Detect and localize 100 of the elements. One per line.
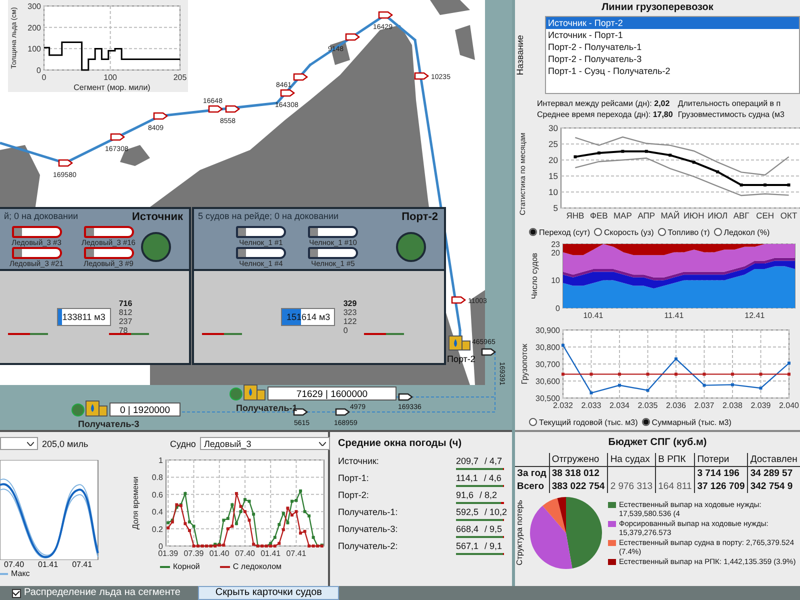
caret-icon xyxy=(27,442,34,446)
axis-title: Грузопоток xyxy=(520,344,529,384)
weather-value: / 4,6 xyxy=(484,473,502,483)
list-item[interactable]: Порт-1 - Суэц - Получатель-2 xyxy=(546,65,799,77)
tick-label: 5 xyxy=(553,203,558,213)
tick-label: 01.41 xyxy=(260,549,281,558)
data-point xyxy=(562,344,564,347)
tick-label: 12.41 xyxy=(744,311,765,320)
data-point xyxy=(239,504,242,508)
radio-button[interactable]: Скорость (уз) xyxy=(594,228,654,236)
tick-label: 0.6 xyxy=(152,490,163,500)
tick-label: 01.40 xyxy=(209,549,230,558)
data-point xyxy=(282,528,285,532)
tick-label: 2.036 xyxy=(666,401,686,410)
data-point xyxy=(674,372,678,376)
legend-label: Макс xyxy=(11,569,30,578)
data-point xyxy=(787,183,790,186)
radio-button[interactable]: Суммарный (тыс. м3) xyxy=(642,418,732,426)
tick-label: 15 xyxy=(548,171,558,181)
tick-label: 01.41 xyxy=(38,560,58,569)
port-name: Порт-2 xyxy=(402,211,438,223)
data-point xyxy=(278,523,281,526)
data-point xyxy=(646,372,650,376)
tick-label: 0.2 xyxy=(152,524,163,534)
tick-label: 10 xyxy=(548,187,558,197)
legend-swatch xyxy=(608,559,616,565)
weather-value: 114,1 xyxy=(456,473,478,483)
list-item[interactable]: Порт-2 - Получатель-3 xyxy=(546,53,799,65)
panel-title: Бюджет СПГ (куб.м) xyxy=(607,436,708,450)
data-point xyxy=(562,372,564,376)
tick-label: 10 xyxy=(551,276,560,286)
row-header: Всего xyxy=(515,480,550,493)
radio-icon[interactable] xyxy=(529,228,537,236)
data-point xyxy=(668,154,672,157)
data-point xyxy=(166,526,170,530)
panel-title: Линии грузоперевозок xyxy=(600,1,714,15)
tick-label: 30,800 xyxy=(536,343,560,352)
location-label: Получатель-2: xyxy=(338,541,398,553)
data-point xyxy=(731,372,734,376)
data-point xyxy=(273,536,276,539)
radio-button[interactable]: Переход (сут) xyxy=(529,228,590,236)
ship-marker-icon xyxy=(58,159,74,167)
table-cell: 342 754 9 xyxy=(748,480,800,493)
tick-label: 07.41 xyxy=(72,560,92,569)
storage-reading: 133811 м3 xyxy=(62,312,106,322)
data-point xyxy=(644,150,648,153)
terminal-label: Получатель-3 xyxy=(78,419,140,429)
count-value: 237 xyxy=(118,317,132,326)
radio-icon[interactable] xyxy=(714,228,722,236)
table-cell: 38 318 012 xyxy=(549,466,608,480)
dropdown[interactable]: Ледовый_3 xyxy=(200,437,330,450)
tick-label: 2.033 xyxy=(581,401,602,410)
info-text: Длительность операций в п xyxy=(678,99,782,110)
terminal-label: Получатель-1 xyxy=(236,403,298,413)
table-cell: 34 289 57 xyxy=(748,466,800,480)
radio-button[interactable]: Текущий годовой (тыс. м3) xyxy=(529,418,638,426)
panel-title: Средние окна погоды (ч) xyxy=(338,438,463,449)
dropdown[interactable] xyxy=(0,437,38,450)
radio-button[interactable]: Ледокол (%) xyxy=(714,228,770,236)
tick-label: 2.035 xyxy=(638,401,658,410)
info-text: Среднее время перехода (дн): 17,80 xyxy=(537,110,673,120)
table-cell: 3 714 196 xyxy=(694,466,748,480)
status-light-icon xyxy=(230,388,242,400)
status-light-icon xyxy=(141,232,171,262)
tick-label: 20 xyxy=(551,248,560,258)
hide-cards-button[interactable]: Скрыть карточки судов xyxy=(198,586,339,600)
ship-marker-icon xyxy=(481,348,496,356)
tick-label: 0 xyxy=(36,66,41,75)
radio-icon[interactable] xyxy=(642,418,650,426)
ship-marker-icon xyxy=(208,105,224,113)
data-point xyxy=(759,386,762,390)
radio-button[interactable]: Топливо (т) xyxy=(658,228,710,236)
count-value: 716 xyxy=(118,299,132,308)
radio-icon[interactable] xyxy=(658,228,666,236)
data-point xyxy=(731,383,734,386)
count-value: 0 xyxy=(343,326,349,335)
radio-icon[interactable] xyxy=(594,228,602,236)
checkbox-icon[interactable] xyxy=(12,588,21,598)
status-light-icon xyxy=(72,404,84,416)
list-item[interactable]: Порт-2 - Получатель-1 xyxy=(546,41,799,53)
tick-label: 30 xyxy=(548,124,558,133)
weather-value: 668,4 xyxy=(456,524,479,534)
data-point xyxy=(590,372,593,376)
tick-label: 20 xyxy=(548,155,558,165)
data-point xyxy=(252,512,256,516)
tick-label: АВГ xyxy=(733,210,750,220)
data-point xyxy=(646,388,650,392)
tick-label: 200 xyxy=(28,23,41,32)
legend-swatch xyxy=(608,540,616,546)
port-name: Источник xyxy=(132,211,183,223)
tick-label: 205 xyxy=(173,73,187,82)
radio-icon[interactable] xyxy=(529,418,537,426)
checkbox[interactable]: Распределение льда на сегменте xyxy=(12,587,180,599)
list-item[interactable]: Источник - Порт-1 xyxy=(546,29,799,41)
data-point xyxy=(184,492,187,496)
data-point xyxy=(740,183,743,186)
table-cell: 2 976 313 xyxy=(608,480,656,493)
tick-label: ИЮЛ xyxy=(708,210,728,220)
list-item[interactable]: Источник - Порт-2 xyxy=(546,17,799,29)
legend-line-icon xyxy=(0,572,8,576)
